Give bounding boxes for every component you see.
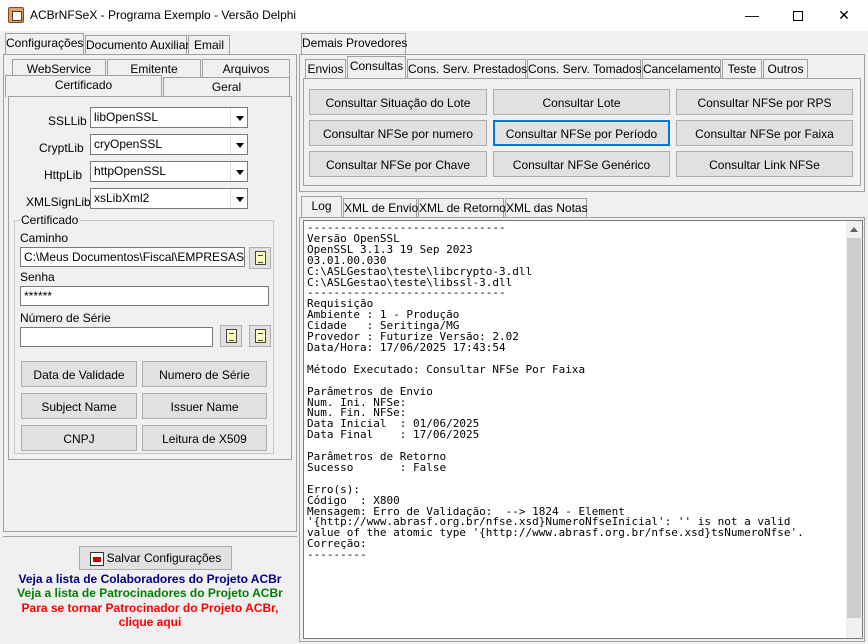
numero-serie-label: Número de Série xyxy=(20,311,111,325)
cryptlib-label: CryptLib xyxy=(39,141,84,155)
patrocinador-link-line2[interactable]: clique aqui xyxy=(3,615,297,629)
numero-serie-input[interactable] xyxy=(20,327,213,347)
log-memo[interactable]: ------------------------------ Versão Op… xyxy=(303,220,863,639)
tab-xml-envio[interactable]: XML de Envio xyxy=(343,198,418,218)
tab-arquivos[interactable]: Arquivos xyxy=(202,59,290,79)
issuer-name-button[interactable]: Issuer Name xyxy=(142,393,267,419)
consultar-situacao-lote-button[interactable]: Consultar Situação do Lote xyxy=(309,89,487,115)
numero-serie-button[interactable]: Numero de Série xyxy=(142,361,267,387)
consultar-lote-button[interactable]: Consultar Lote xyxy=(493,89,670,115)
tab-teste[interactable]: Teste xyxy=(722,59,762,79)
cnpj-button[interactable]: CNPJ xyxy=(21,425,137,451)
save-icon xyxy=(89,551,104,566)
app-icon xyxy=(8,7,24,23)
tab-cancelamento[interactable]: Cancelamento xyxy=(642,59,721,79)
tab-outros[interactable]: Outros xyxy=(763,59,808,79)
scroll-thumb[interactable] xyxy=(847,238,861,618)
open-file-icon xyxy=(255,251,266,265)
chevron-down-icon[interactable] xyxy=(230,162,247,181)
certificate-icon xyxy=(255,329,266,343)
httplib-label: HttpLib xyxy=(44,168,83,182)
divider xyxy=(3,536,297,537)
select-serie-button-2[interactable] xyxy=(249,325,271,347)
tab-certificado[interactable]: Certificado xyxy=(5,75,162,97)
caminho-label: Caminho xyxy=(20,231,69,245)
cryptlib-select[interactable]: cryOpenSSL xyxy=(90,134,248,155)
tab-envios[interactable]: Envios xyxy=(305,59,346,79)
chevron-down-icon[interactable] xyxy=(230,189,247,208)
xmlsignlib-label: XMLSignLib xyxy=(26,195,91,209)
title-bar: ACBrNFSeX - Programa Exemplo - Versão De… xyxy=(0,0,868,31)
maximize-icon xyxy=(793,11,803,22)
tab-email[interactable]: Email xyxy=(188,35,230,55)
httplib-value: httpOpenSSL xyxy=(94,164,167,178)
consultar-nfse-chave-button[interactable]: Consultar NFSe por Chave xyxy=(309,151,487,177)
maximize-button[interactable] xyxy=(775,0,821,31)
xmlsignlib-value: xsLibXml2 xyxy=(94,191,150,205)
tab-documento-auxiliar[interactable]: Documento Auxiliar xyxy=(85,35,189,55)
tab-consultas[interactable]: Consultas xyxy=(347,56,406,78)
leitura-x509-button[interactable]: Leitura de X509 xyxy=(142,425,267,451)
tab-configuracoes[interactable]: Configurações xyxy=(5,33,84,55)
colaboradores-link[interactable]: Veja a lista de Colaboradores do Projeto… xyxy=(3,572,297,586)
senha-input[interactable]: ****** xyxy=(20,286,269,306)
chevron-down-icon[interactable] xyxy=(230,108,247,127)
consultar-nfse-faixa-button[interactable]: Consultar NFSe por Faixa xyxy=(676,120,853,146)
tab-xml-retorno[interactable]: XML de Retorno xyxy=(418,198,506,218)
tab-cons-serv-prestados[interactable]: Cons. Serv. Prestados xyxy=(407,59,527,79)
scroll-up-icon[interactable] xyxy=(846,221,862,238)
window-title: ACBrNFSeX - Programa Exemplo - Versão De… xyxy=(30,8,297,22)
salvar-configuracoes-button[interactable]: Salvar Configurações xyxy=(79,546,232,570)
minimize-button[interactable]: — xyxy=(729,0,775,31)
tab-geral[interactable]: Geral xyxy=(163,77,290,97)
subject-name-button[interactable]: Subject Name xyxy=(21,393,137,419)
certificado-group-title: Certificado xyxy=(20,213,80,227)
log-text: ------------------------------ Versão Op… xyxy=(307,221,804,562)
select-serie-button[interactable] xyxy=(220,325,242,347)
data-validade-button[interactable]: Data de Validade xyxy=(21,361,137,387)
caminho-input[interactable]: C:\Meus Documentos\Fiscal\EMPRESAS\BIANC xyxy=(20,247,245,267)
save-icon-mark xyxy=(92,556,101,562)
xmlsignlib-select[interactable]: xsLibXml2 xyxy=(90,188,248,209)
tab-xml-notas[interactable]: XML das Notas xyxy=(505,198,588,218)
httplib-select[interactable]: httpOpenSSL xyxy=(90,161,248,182)
ssllib-label: SSLLib xyxy=(48,114,87,128)
close-button[interactable]: ✕ xyxy=(821,0,867,31)
ssllib-select[interactable]: libOpenSSL xyxy=(90,107,248,128)
chevron-down-icon[interactable] xyxy=(230,135,247,154)
cryptlib-value: cryOpenSSL xyxy=(94,137,163,151)
patrocinador-link-line1[interactable]: Para se tornar Patrocinador do Projeto A… xyxy=(3,601,297,615)
consultar-link-nfse-button[interactable]: Consultar Link NFSe xyxy=(676,151,853,177)
tab-demais-provedores[interactable]: Demais Provedores xyxy=(301,33,407,55)
salvar-configuracoes-label: Salvar Configurações xyxy=(106,551,222,565)
consultar-nfse-generico-button[interactable]: Consultar NFSe Genérico xyxy=(493,151,670,177)
consultar-nfse-numero-button[interactable]: Consultar NFSe por numero xyxy=(309,120,487,146)
consultar-nfse-rps-button[interactable]: Consultar NFSe por RPS xyxy=(676,89,853,115)
tab-cons-serv-tomados[interactable]: Cons. Serv. Tomados xyxy=(527,59,642,79)
ssllib-value: libOpenSSL xyxy=(94,110,159,124)
log-scrollbar[interactable] xyxy=(846,221,862,638)
tab-log[interactable]: Log xyxy=(301,196,342,218)
senha-label: Senha xyxy=(20,270,55,284)
patrocinadores-link[interactable]: Veja a lista de Patrocinadores do Projet… xyxy=(3,586,297,600)
browse-caminho-button[interactable] xyxy=(249,247,271,269)
certificate-icon xyxy=(226,329,237,343)
consultar-nfse-periodo-button[interactable]: Consultar NFSe por Período xyxy=(493,120,670,146)
